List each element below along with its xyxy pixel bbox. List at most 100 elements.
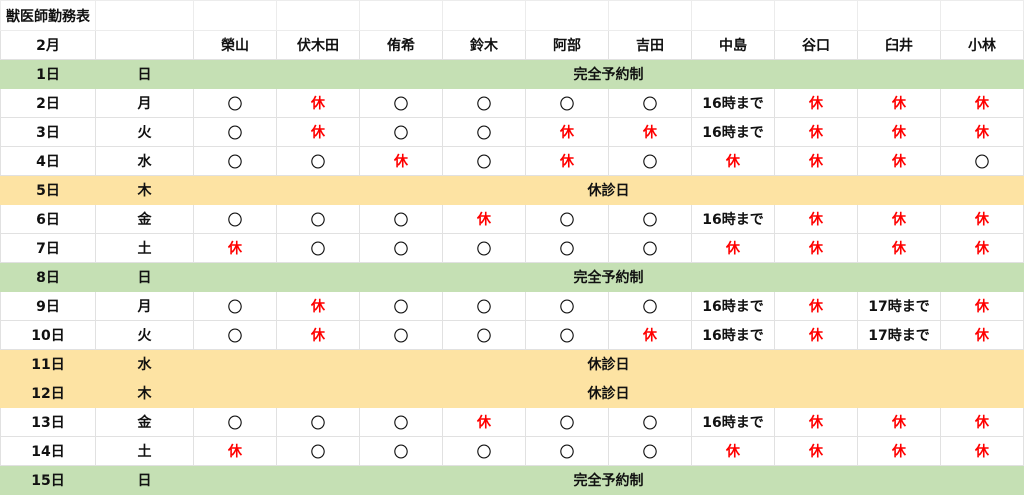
shift-cell[interactable]: 〇 bbox=[193, 320, 277, 350]
shift-cell[interactable]: 休 bbox=[691, 436, 775, 466]
reservation-only-label[interactable]: 完全予約制 bbox=[193, 465, 1024, 495]
shift-cell[interactable]: 〇 bbox=[525, 233, 609, 263]
cell[interactable] bbox=[276, 0, 360, 31]
shift-cell[interactable]: 休 bbox=[608, 117, 692, 147]
shift-cell[interactable]: 休 bbox=[774, 146, 858, 176]
cell[interactable] bbox=[608, 0, 692, 31]
shift-cell[interactable]: 休 bbox=[774, 320, 858, 350]
weekday-cell[interactable]: 水 bbox=[95, 349, 194, 379]
shift-cell[interactable]: 休 bbox=[774, 407, 858, 437]
shift-cell[interactable]: 〇 bbox=[525, 436, 609, 466]
shift-cell[interactable]: 休 bbox=[276, 320, 360, 350]
sheet-title[interactable]: 獣医師勤務表 bbox=[0, 0, 96, 31]
weekday-cell[interactable]: 日 bbox=[95, 262, 194, 292]
shift-cell[interactable]: 休 bbox=[774, 291, 858, 321]
shift-cell[interactable]: 〇 bbox=[442, 117, 526, 147]
shift-cell[interactable]: 〇 bbox=[276, 233, 360, 263]
shift-cell[interactable]: 休 bbox=[774, 436, 858, 466]
staff-header[interactable]: 阿部 bbox=[525, 30, 609, 60]
shift-cell[interactable]: 休 bbox=[857, 117, 941, 147]
closed-day-label[interactable]: 休診日 bbox=[193, 349, 1024, 379]
month-label[interactable]: 2月 bbox=[0, 30, 96, 60]
cell[interactable] bbox=[95, 30, 194, 60]
shift-cell[interactable]: 〇 bbox=[442, 320, 526, 350]
shift-cell[interactable]: 休 bbox=[525, 117, 609, 147]
shift-cell[interactable]: 休 bbox=[940, 204, 1024, 234]
date-cell[interactable]: 9日 bbox=[0, 291, 96, 321]
shift-cell[interactable]: 〇 bbox=[359, 407, 443, 437]
shift-cell[interactable]: 休 bbox=[857, 204, 941, 234]
shift-cell[interactable]: 休 bbox=[940, 320, 1024, 350]
cell[interactable] bbox=[940, 0, 1024, 31]
staff-header[interactable]: 中島 bbox=[691, 30, 775, 60]
weekday-cell[interactable]: 金 bbox=[95, 204, 194, 234]
weekday-cell[interactable]: 月 bbox=[95, 291, 194, 321]
shift-cell[interactable]: 17時まで bbox=[857, 291, 941, 321]
cell[interactable] bbox=[193, 0, 277, 31]
staff-header[interactable]: 侑希 bbox=[359, 30, 443, 60]
shift-cell[interactable]: 〇 bbox=[193, 407, 277, 437]
shift-cell[interactable]: 休 bbox=[359, 146, 443, 176]
shift-cell[interactable]: 休 bbox=[940, 436, 1024, 466]
shift-cell[interactable]: 〇 bbox=[442, 291, 526, 321]
date-cell[interactable]: 15日 bbox=[0, 465, 96, 495]
cell[interactable] bbox=[857, 0, 941, 31]
shift-cell[interactable]: 〇 bbox=[608, 233, 692, 263]
weekday-cell[interactable]: 日 bbox=[95, 59, 194, 89]
shift-cell[interactable]: 〇 bbox=[276, 407, 360, 437]
weekday-cell[interactable]: 火 bbox=[95, 117, 194, 147]
weekday-cell[interactable]: 火 bbox=[95, 320, 194, 350]
date-cell[interactable]: 13日 bbox=[0, 407, 96, 437]
shift-cell[interactable]: 16時まで bbox=[691, 88, 775, 118]
date-cell[interactable]: 11日 bbox=[0, 349, 96, 379]
weekday-cell[interactable]: 日 bbox=[95, 465, 194, 495]
shift-cell[interactable]: 休 bbox=[940, 291, 1024, 321]
cell[interactable] bbox=[525, 0, 609, 31]
shift-cell[interactable]: 休 bbox=[691, 233, 775, 263]
shift-cell[interactable]: 16時まで bbox=[691, 117, 775, 147]
staff-header[interactable]: 小林 bbox=[940, 30, 1024, 60]
shift-cell[interactable]: 〇 bbox=[608, 88, 692, 118]
weekday-cell[interactable]: 木 bbox=[95, 378, 194, 408]
shift-cell[interactable]: 〇 bbox=[608, 204, 692, 234]
weekday-cell[interactable]: 木 bbox=[95, 175, 194, 205]
shift-cell[interactable]: 休 bbox=[193, 233, 277, 263]
staff-header[interactable]: 伏木田 bbox=[276, 30, 360, 60]
shift-cell[interactable]: 〇 bbox=[193, 204, 277, 234]
staff-header[interactable]: 臼井 bbox=[857, 30, 941, 60]
shift-cell[interactable]: 〇 bbox=[359, 204, 443, 234]
shift-cell[interactable]: 〇 bbox=[608, 291, 692, 321]
cell[interactable] bbox=[359, 0, 443, 31]
weekday-cell[interactable]: 土 bbox=[95, 436, 194, 466]
cell[interactable] bbox=[774, 0, 858, 31]
weekday-cell[interactable]: 土 bbox=[95, 233, 194, 263]
weekday-cell[interactable]: 月 bbox=[95, 88, 194, 118]
shift-cell[interactable]: 休 bbox=[857, 407, 941, 437]
shift-cell[interactable]: 休 bbox=[940, 117, 1024, 147]
date-cell[interactable]: 1日 bbox=[0, 59, 96, 89]
shift-cell[interactable]: 〇 bbox=[359, 436, 443, 466]
reservation-only-label[interactable]: 完全予約制 bbox=[193, 262, 1024, 292]
shift-cell[interactable]: 休 bbox=[276, 117, 360, 147]
shift-cell[interactable]: 〇 bbox=[359, 233, 443, 263]
shift-cell[interactable]: 〇 bbox=[940, 146, 1024, 176]
shift-cell[interactable]: 〇 bbox=[442, 436, 526, 466]
shift-cell[interactable]: 〇 bbox=[193, 88, 277, 118]
shift-cell[interactable]: 〇 bbox=[359, 88, 443, 118]
shift-cell[interactable]: 休 bbox=[940, 233, 1024, 263]
shift-cell[interactable]: 休 bbox=[774, 204, 858, 234]
staff-header[interactable]: 榮山 bbox=[193, 30, 277, 60]
shift-cell[interactable]: 〇 bbox=[276, 436, 360, 466]
shift-cell[interactable]: 〇 bbox=[525, 88, 609, 118]
cell[interactable] bbox=[95, 0, 194, 31]
shift-cell[interactable]: 16時まで bbox=[691, 407, 775, 437]
shift-cell[interactable]: 休 bbox=[442, 407, 526, 437]
shift-cell[interactable]: 17時まで bbox=[857, 320, 941, 350]
shift-cell[interactable]: 休 bbox=[276, 291, 360, 321]
shift-cell[interactable]: 休 bbox=[442, 204, 526, 234]
shift-cell[interactable]: 休 bbox=[857, 146, 941, 176]
shift-cell[interactable]: 休 bbox=[525, 146, 609, 176]
date-cell[interactable]: 10日 bbox=[0, 320, 96, 350]
date-cell[interactable]: 3日 bbox=[0, 117, 96, 147]
shift-cell[interactable]: 〇 bbox=[193, 117, 277, 147]
